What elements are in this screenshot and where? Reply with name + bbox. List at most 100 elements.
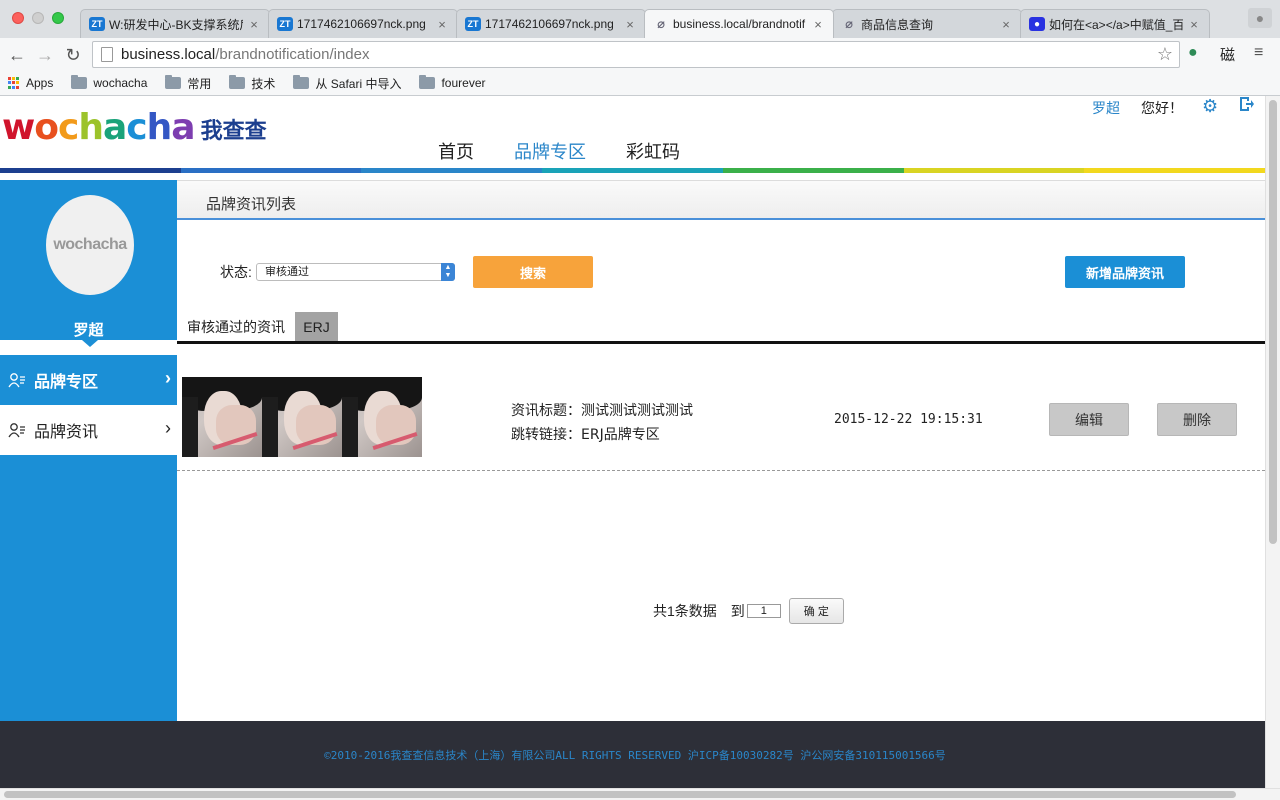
header-greeting: 您好！	[1141, 100, 1183, 116]
window-maximize-button[interactable]	[52, 12, 64, 24]
tab-erj[interactable]: ERJ	[295, 312, 338, 341]
tab-title: 如何在<a></a>中赋值_百度	[1049, 17, 1183, 32]
delete-button[interactable]: 删除	[1157, 403, 1237, 436]
tab-close-icon[interactable]: ×	[247, 17, 261, 32]
tab-close-icon[interactable]: ×	[999, 17, 1013, 32]
tab-close-icon[interactable]: ×	[1187, 17, 1201, 32]
pager-goto-label: 到	[730, 603, 745, 619]
bookmark-label: 常用	[187, 76, 212, 91]
gear-icon[interactable]: ⚙	[1202, 96, 1218, 117]
bookmark-folder[interactable]: 技术	[229, 75, 275, 92]
tab-close-icon[interactable]: ×	[811, 17, 825, 32]
page-viewport: wochacha 我查查 罗超 您好！ ⚙ 首页 品牌专区 彩虹码 wochac…	[0, 96, 1280, 788]
news-title: 资讯标题：测试测试测试测试	[511, 403, 693, 419]
chevron-right-icon: ›	[165, 368, 171, 388]
browser-tab[interactable]: ● 如何在<a></a>中赋值_百度 ×	[1020, 9, 1210, 38]
menu-icon[interactable]: ≡	[1254, 44, 1263, 62]
sidebar-username: 罗超	[73, 322, 104, 339]
profile-icon[interactable]: ●	[1248, 8, 1272, 28]
browser-tab[interactable]: ⌀ 商品信息查询 ×	[832, 9, 1022, 38]
edit-button[interactable]: 编辑	[1049, 403, 1129, 436]
user-list-icon	[8, 372, 26, 388]
apps-grid-icon	[8, 77, 20, 89]
nav-item-rainbow-code[interactable]: 彩虹码	[626, 138, 680, 164]
site-logo[interactable]: wochacha 我查查	[2, 102, 267, 152]
scrollbar-thumb[interactable]	[1269, 100, 1277, 544]
news-image	[182, 377, 262, 457]
nav-item-brand-zone[interactable]: 品牌专区	[514, 138, 586, 164]
scrollbar-thumb[interactable]	[4, 791, 1236, 798]
rainbow-divider	[0, 168, 1266, 173]
folder-icon	[293, 75, 310, 89]
tab-close-icon[interactable]: ×	[435, 17, 449, 32]
address-bar[interactable]: business.local/brandnotification/index ☆	[92, 41, 1180, 68]
tab-title: 商品信息查询	[861, 17, 934, 32]
select-arrows-icon: ▲ ▼	[441, 263, 455, 281]
paperclip-icon: ⌀	[657, 16, 665, 31]
sidebar-item-brand-zone[interactable]: 品牌专区 ›	[0, 355, 177, 405]
globe-extension-icon[interactable]: ●	[1188, 44, 1198, 62]
status-select[interactable]: 审核通过 ▲ ▼	[256, 263, 455, 281]
logo-letter: a	[102, 106, 127, 148]
main-nav: 首页 品牌专区 彩虹码	[438, 138, 720, 164]
zt-icon: ZT	[465, 17, 481, 31]
bookmarks-bar: Apps wochacha 常用 技术 从 Safari 中导入 foureve…	[0, 71, 1280, 96]
sidebar-item-brand-news[interactable]: 品牌资讯 ›	[0, 405, 177, 455]
header-username-link[interactable]: 罗超	[1092, 98, 1120, 118]
browser-tab[interactable]: ZT 1717462106697nck.png ×	[456, 9, 646, 38]
vertical-scrollbar[interactable]	[1265, 96, 1280, 788]
site-footer: ©2010-2016我查查信息技术（上海）有限公司ALL RIGHTS RESE…	[0, 721, 1265, 788]
folder-icon	[419, 75, 436, 89]
page-icon	[101, 47, 113, 62]
logo-letter: o	[34, 106, 59, 148]
browser-tab-active[interactable]: ⌀ business.local/brandnotif ×	[644, 9, 834, 38]
bookmark-apps[interactable]: Apps	[8, 76, 53, 90]
bookmark-folder[interactable]: 常用	[165, 75, 211, 92]
pager-confirm-button[interactable]: 确 定	[788, 598, 844, 624]
browser-tab[interactable]: ZT W:研发中心-BK支撑系统后台 ×	[80, 9, 270, 38]
search-button[interactable]: 搜索	[473, 256, 593, 288]
rainbow-segment	[722, 168, 904, 173]
folder-icon	[71, 75, 88, 89]
add-brand-news-button[interactable]: 新增品牌资讯	[1065, 256, 1185, 288]
back-arrow-icon[interactable]: ←	[6, 44, 28, 66]
bookmark-folder[interactable]: wochacha	[71, 75, 147, 90]
logout-icon[interactable]	[1238, 96, 1254, 112]
content-header: 品牌资讯列表	[177, 180, 1265, 220]
tab-approved-news[interactable]: 审核通过的资讯	[177, 312, 295, 341]
logo-letter: c	[58, 106, 79, 148]
bookmark-folder[interactable]: fourever	[419, 75, 486, 90]
news-date: 2015-12-22 19:15:31	[834, 412, 983, 427]
page-number-input[interactable]: 1	[746, 604, 781, 618]
list-item: 资讯标题：测试测试测试测试 跳转链接：ERJ品牌专区 2015-12-22 19…	[177, 347, 1265, 471]
pagination: 共1条数据 到 1 确 定	[653, 598, 844, 624]
forward-arrow-icon[interactable]: →	[34, 44, 56, 66]
logo-letter: c	[126, 106, 147, 148]
horizontal-scrollbar[interactable]	[0, 788, 1280, 800]
reload-icon[interactable]: ↻	[62, 44, 84, 66]
browser-chrome: ZT W:研发中心-BK支撑系统后台 × ZT 1717462106697nck…	[0, 0, 1280, 96]
tab-close-icon[interactable]: ×	[623, 17, 637, 32]
extension-button[interactable]: 磁	[1220, 44, 1235, 65]
user-list-icon	[8, 422, 26, 438]
bookmark-folder[interactable]: 从 Safari 中导入	[293, 75, 401, 92]
zt-icon: ZT	[89, 17, 105, 31]
rainbow-segment	[0, 168, 181, 173]
browser-tab[interactable]: ZT 1717462106697nck.png ×	[268, 9, 458, 38]
logo-cn: 我查查	[200, 118, 267, 143]
rainbow-segment	[361, 168, 543, 173]
sidebar: wochacha 罗超 品牌专区 › 品牌资讯 ›	[0, 180, 177, 721]
window-minimize-button[interactable]	[32, 12, 44, 24]
nav-item-home[interactable]: 首页	[438, 138, 474, 164]
url-host: business.local	[121, 46, 216, 63]
main-content: 品牌资讯列表 状态: 审核通过 ▲ ▼ 搜索 新增品牌资讯 审核通过的资讯 ERJ…	[177, 180, 1265, 721]
tab-title: W:研发中心-BK支撑系统后台	[109, 17, 243, 32]
news-image	[262, 377, 342, 457]
logo-wordmark: wochacha	[2, 106, 196, 148]
tab-title: business.local/brandnotif	[673, 17, 806, 31]
bookmark-star-icon[interactable]: ☆	[1157, 44, 1173, 65]
bookmark-label: Apps	[26, 76, 54, 90]
logo-letter: h	[78, 106, 104, 148]
avatar: wochacha	[46, 195, 134, 295]
window-close-button[interactable]	[12, 12, 24, 24]
